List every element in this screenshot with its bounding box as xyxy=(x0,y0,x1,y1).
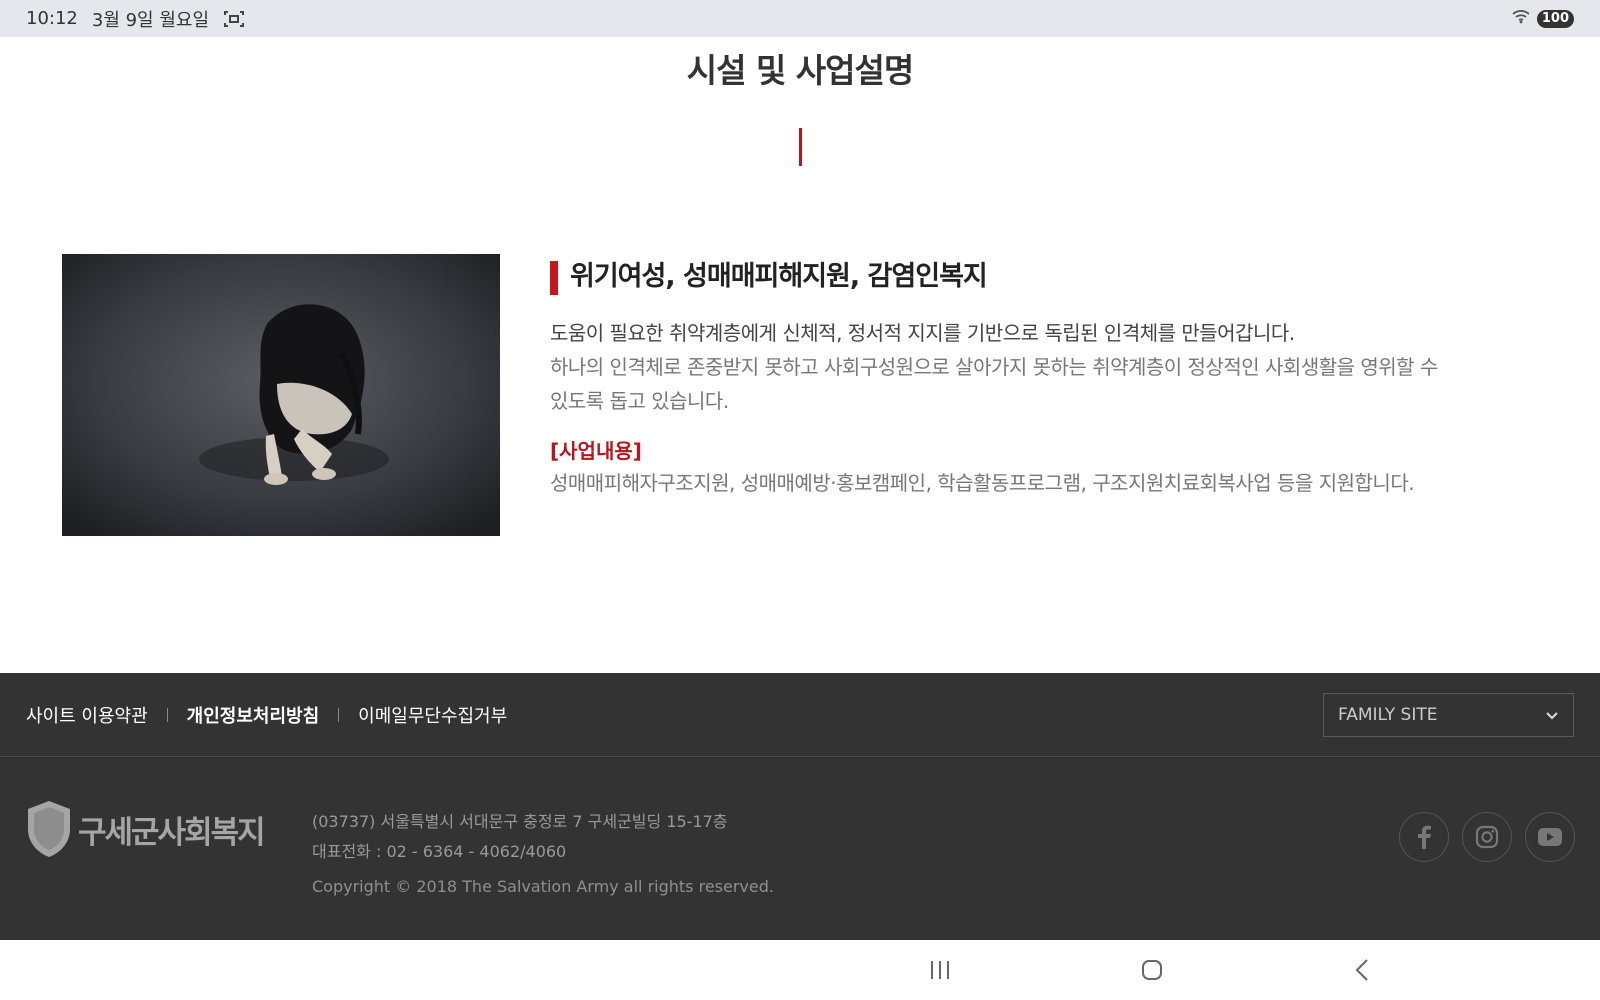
link-separator xyxy=(338,707,340,722)
section-lead: 도움이 필요한 취약계층에게 신체적, 정서적 지지를 기반으로 독립된 인격체… xyxy=(550,321,1295,345)
system-nav-bar xyxy=(0,940,1600,1000)
salvation-army-emblem xyxy=(24,799,74,859)
family-site-label: FAMILY SITE xyxy=(1338,704,1438,725)
footer-phone: 대표전화 : 02 - 6364 - 4062/4060 xyxy=(312,842,567,861)
section-description-line-1: 하나의 인격체로 존중받지 못하고 사회구성원으로 살아가지 못하는 취약계층이… xyxy=(550,355,1438,379)
link-separator xyxy=(166,707,168,722)
section-description-line-2: 있도록 돕고 있습니다. xyxy=(550,389,729,413)
footer-copyright: Copyright © 2018 The Salvation Army all … xyxy=(312,877,774,896)
home-icon[interactable] xyxy=(1140,958,1164,986)
title-divider xyxy=(799,128,802,166)
business-content-description: 성매매피해자구조지원, 성매매예방·홍보캠페인, 학습활동프로그램, 구조지원치… xyxy=(550,471,1415,495)
footer-top: 사이트 이용약관 개인정보처리방침 이메일무단수집거부 FAMILY SITE xyxy=(0,673,1600,757)
footer-logo[interactable]: 구세군사회복지 xyxy=(24,799,266,859)
privacy-policy-link[interactable]: 개인정보처리방침 xyxy=(187,702,319,728)
youtube-icon[interactable] xyxy=(1525,812,1575,862)
email-refusal-link[interactable]: 이메일무단수집거부 xyxy=(358,702,507,728)
wifi-icon xyxy=(1511,8,1531,29)
status-date: 3월 9일 월요일 xyxy=(91,9,210,31)
footer-address: (03737) 서울특별시 서대문구 충정로 7 구세군빌딩 15-17층 xyxy=(312,812,728,831)
instagram-icon[interactable] xyxy=(1462,812,1512,862)
footer: 사이트 이용약관 개인정보처리방침 이메일무단수집거부 FAMILY SITE … xyxy=(0,673,1600,940)
section-content: 위기여성, 성매매피해지원, 감염인복지 도움이 필요한 취약계층에게 신체적,… xyxy=(550,258,1540,500)
facebook-icon[interactable] xyxy=(1399,812,1449,862)
footer-address-block: (03737) 서울특별시 서대문구 충정로 7 구세군빌딩 15-17층 대표… xyxy=(312,807,728,867)
chevron-down-icon xyxy=(1545,708,1559,722)
logo-text: 구세군사회복지 xyxy=(78,814,266,851)
back-icon[interactable] xyxy=(1354,958,1370,986)
status-time: 10:12 xyxy=(26,8,78,29)
recents-icon[interactable] xyxy=(929,958,951,986)
family-site-select[interactable]: FAMILY SITE xyxy=(1323,692,1574,737)
footer-links: 사이트 이용약관 개인정보처리방침 이메일무단수집거부 xyxy=(26,702,507,728)
page-title: 시설 및 사업설명 xyxy=(686,51,915,90)
business-content-heading: [사업내용] xyxy=(550,439,642,463)
social-links xyxy=(1399,812,1575,862)
section-heading: 위기여성, 성매매피해지원, 감염인복지 xyxy=(550,258,1540,296)
status-bar: 10:12 3월 9일 월요일 100 xyxy=(0,0,1600,37)
screenshot-icon[interactable] xyxy=(223,9,245,29)
battery-indicator: 100 xyxy=(1536,9,1574,28)
terms-link[interactable]: 사이트 이용약관 xyxy=(26,702,148,728)
footer-bottom: 구세군사회복지 (03737) 서울특별시 서대문구 충정로 7 구세군빌딩 1… xyxy=(0,757,1600,939)
section-photo xyxy=(62,254,500,536)
